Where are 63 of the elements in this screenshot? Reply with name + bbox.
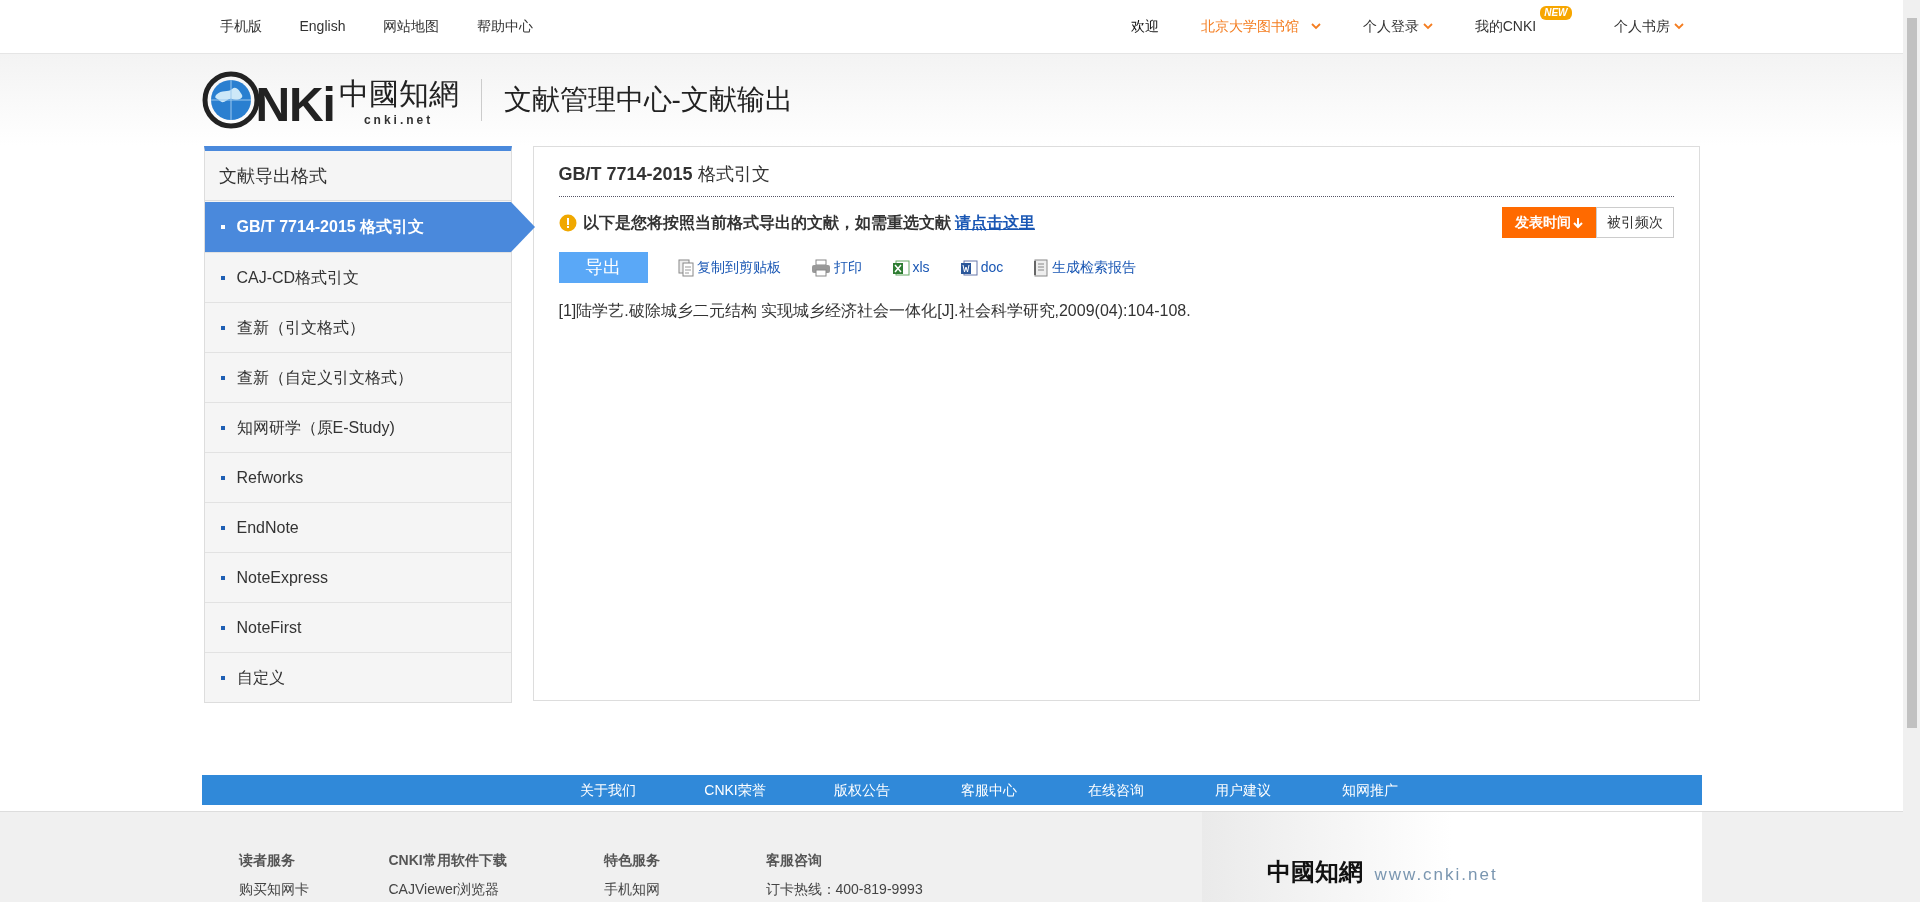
notice-text: 以下是您将按照当前格式导出的文献，如需重选文献 请点击这里 [582, 212, 1035, 233]
footer-heading: 读者服务 [238, 851, 296, 870]
format-item[interactable]: NoteExpress [204, 552, 511, 602]
citation-text: [1]陆学艺.破除城乡二元结构 实现城乡经济社会一体化[J].社会科学研究,2009(04):104-108. [558, 301, 1192, 321]
top-link[interactable]: 网站地图 [383, 16, 440, 37]
document-icon [959, 258, 978, 277]
my-cnki-link[interactable]: 我的CNKI NEW [1474, 6, 1572, 37]
logo-wordmark: NKi [255, 81, 335, 129]
footer-link[interactable]: 订卡热线：400-819-9993 [765, 879, 986, 900]
footer-link[interactable]: CAJViewer浏览器 [388, 879, 604, 900]
report-icon [1033, 258, 1050, 277]
footer-heading: CNKI常用软件下载 [388, 851, 508, 870]
footer-link[interactable]: 购买知网卡 [238, 879, 389, 900]
printer-icon [810, 258, 831, 277]
down-arrow-icon [1572, 216, 1583, 229]
format-item[interactable]: Refworks [204, 452, 511, 502]
footer-nav-link[interactable]: 版权公告 [798, 779, 926, 801]
top-link[interactable]: English [299, 16, 346, 37]
format-item[interactable]: 自定义 [204, 652, 511, 702]
panel-title: GB/T 7714-2015 格式引文 [558, 162, 770, 186]
welcome-text: 欢迎 [1130, 17, 1159, 36]
globe-logo-icon [201, 71, 260, 129]
top-link[interactable]: 手机版 [219, 16, 262, 37]
footer-nav-link[interactable]: 知网推广 [1306, 779, 1434, 801]
footer-nav-link[interactable]: 用户建议 [1179, 779, 1307, 801]
warning-icon [558, 213, 577, 232]
spreadsheet-icon [891, 258, 910, 277]
user-menu[interactable]: 个人登录 [1362, 16, 1433, 37]
footer-nav-link[interactable]: 客服中心 [925, 779, 1053, 801]
format-item[interactable]: CAJ-CD格式引文 [204, 252, 511, 302]
scrollbar[interactable] [1903, 0, 1920, 902]
logo-chinese: 中國知網 [338, 77, 459, 111]
format-item[interactable]: EndNote [204, 502, 511, 552]
caret-icon [1673, 23, 1684, 30]
caret-icon [1310, 23, 1321, 30]
user-menu[interactable]: 个人书房 [1613, 16, 1684, 37]
format-item[interactable]: 知网研学（原E-Study) [204, 402, 511, 452]
tool-link[interactable]: 打印 [810, 257, 862, 278]
new-badge: NEW [1540, 6, 1572, 20]
format-item[interactable]: 查新（引文格式） [204, 302, 511, 352]
reselect-link[interactable]: 请点击这里 [954, 213, 1035, 231]
page-title: 文献管理中心-文献输出 [503, 83, 793, 117]
format-item[interactable]: 查新（自定义引文格式） [204, 352, 511, 402]
sidebar-title: 文献导出格式 [204, 151, 511, 201]
copy-icon [677, 258, 694, 277]
footer-nav-link[interactable]: 关于我们 [544, 779, 672, 801]
footer-heading: 客服咨询 [765, 851, 823, 870]
tool-link[interactable]: 复制到剪贴板 [677, 257, 781, 278]
footer-nav-link[interactable]: 在线咨询 [1052, 779, 1180, 801]
tool-link[interactable]: doc [959, 257, 1004, 278]
footer-link[interactable]: 手机知网 [603, 879, 766, 900]
format-item[interactable]: NoteFirst [204, 602, 511, 652]
sort-button[interactable]: 被引频次 [1595, 207, 1674, 238]
top-link[interactable]: 帮助中心 [477, 16, 534, 37]
format-item[interactable]: GB/T 7714-2015 格式引文 [204, 202, 511, 252]
footer-nav-link[interactable]: CNKI荣誉 [671, 779, 799, 801]
caret-icon [1422, 23, 1433, 30]
tool-link[interactable]: xls [891, 257, 930, 278]
tool-link[interactable]: 生成检索报告 [1033, 257, 1137, 278]
footer-logo-chinese: 中國知網 [1266, 856, 1363, 888]
logo-domain: cnki.net [363, 112, 434, 129]
footer-heading: 特色服务 [603, 851, 661, 870]
footer-logo-domain: www.cnki.net [1374, 863, 1498, 886]
